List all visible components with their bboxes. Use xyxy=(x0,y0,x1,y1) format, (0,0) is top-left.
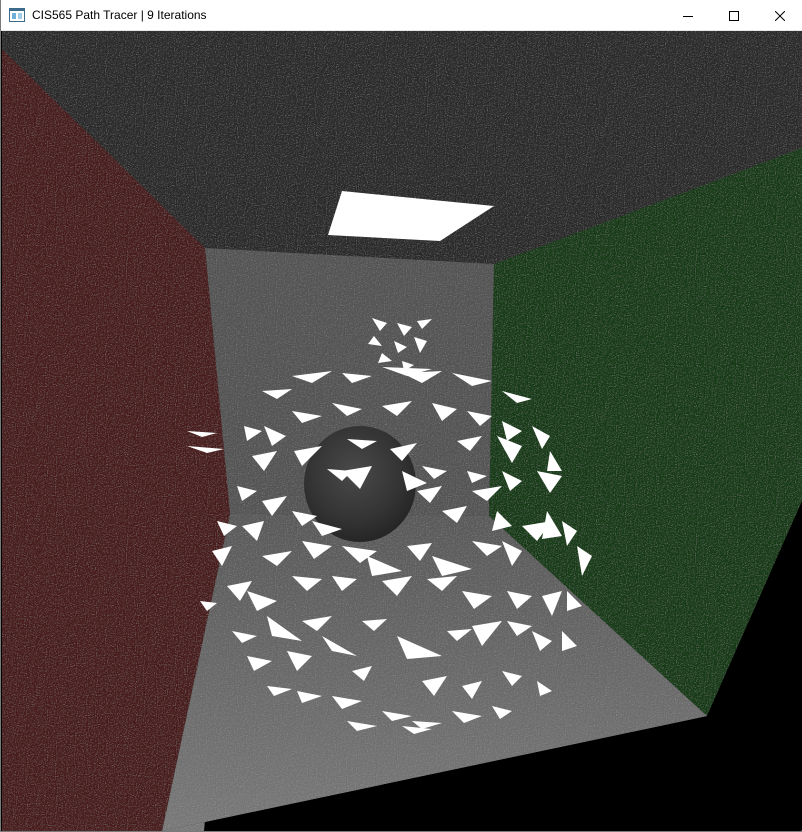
minimize-button[interactable] xyxy=(665,0,711,31)
render-viewport[interactable] xyxy=(2,31,802,831)
close-icon xyxy=(775,10,785,21)
maximize-button[interactable] xyxy=(711,0,757,31)
close-button[interactable] xyxy=(757,0,802,31)
window-title: CIS565 Path Tracer | 9 Iterations xyxy=(32,8,207,22)
minimize-icon xyxy=(683,15,693,17)
app-window-icon xyxy=(9,8,25,22)
path-tracer-window: CIS565 Path Tracer | 9 Iterations xyxy=(0,0,802,832)
title-bar[interactable]: CIS565 Path Tracer | 9 Iterations xyxy=(1,0,802,31)
maximize-icon xyxy=(729,10,739,21)
